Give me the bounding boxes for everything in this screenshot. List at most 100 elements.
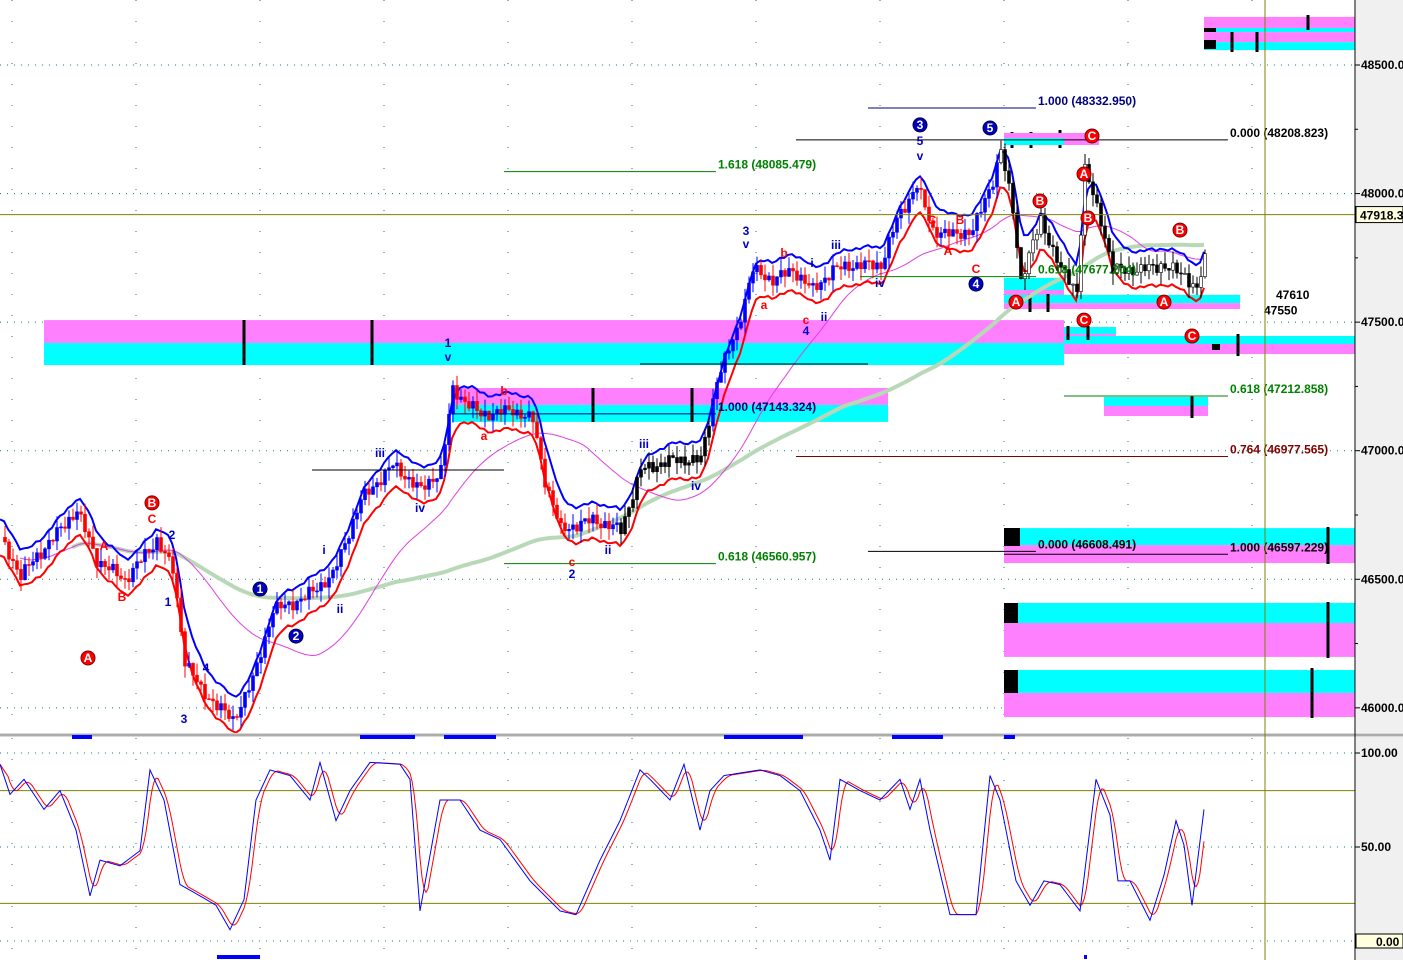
candle [607, 513, 611, 540]
candle [231, 705, 235, 731]
candle-body [183, 631, 187, 667]
candle-body [427, 478, 431, 490]
fib-level-label: 0.000 (48208.823) [1230, 126, 1328, 140]
candle-body [899, 208, 903, 219]
candle [39, 541, 43, 569]
candle-body [459, 396, 463, 400]
candle [123, 570, 127, 589]
candle [1051, 235, 1055, 257]
candle-body [915, 188, 919, 193]
candle-body [535, 421, 539, 439]
candle-body [543, 458, 547, 488]
candle [259, 651, 263, 674]
candle [131, 563, 135, 588]
candle-body [1043, 215, 1047, 234]
candle [915, 185, 919, 201]
candle [827, 277, 831, 286]
candle-body [111, 563, 115, 571]
price-pane[interactable]: 1.000 (48332.950) 0.000 (48208.823) 1.618 … [0, 0, 1356, 733]
wave-label-text: B [1036, 194, 1045, 208]
candle [847, 253, 851, 279]
candle [831, 254, 835, 292]
oscillator-tick-label: 50.00 [1361, 840, 1391, 854]
candle [755, 256, 759, 281]
signal-marker [724, 735, 803, 739]
zone-marker [1204, 40, 1216, 49]
candle-body [751, 271, 755, 284]
wave-label-text: iv [691, 479, 701, 493]
candle [47, 528, 51, 561]
candle-body [1095, 194, 1099, 204]
oscillator-signal-line [0, 762, 1205, 926]
candle-body [299, 598, 303, 602]
wave-label: 4 [203, 661, 210, 675]
candle [887, 232, 891, 269]
candle [307, 577, 311, 610]
candle-body [747, 282, 751, 300]
candle-body [119, 575, 123, 579]
candle [543, 448, 547, 495]
wave-label-text: B [1084, 211, 1093, 225]
wave-label: B [1032, 193, 1048, 209]
zone-band-pink [1204, 16, 1355, 28]
candle-body [171, 556, 175, 574]
candle [183, 627, 187, 678]
signal-marker [217, 955, 260, 959]
wave-label: 3 [181, 712, 188, 726]
candle-body [939, 232, 943, 238]
candle-body [3, 537, 7, 543]
candle [103, 558, 107, 576]
axis-tick-label: 48000.00 [1361, 187, 1403, 201]
candle [791, 263, 795, 283]
candle-body [911, 192, 915, 200]
candle-body [983, 198, 987, 213]
candle-body [919, 188, 923, 190]
candle-body [291, 601, 295, 611]
candle-body [491, 413, 495, 421]
candle-body [1167, 268, 1171, 271]
oscillator-pane[interactable] [0, 738, 1355, 960]
candle-body [71, 516, 75, 520]
candle-body [663, 462, 667, 467]
candle-body [1199, 276, 1203, 288]
wave-label-text: 3 [181, 712, 188, 726]
wave-label-text: C [972, 262, 981, 276]
candle-body [347, 538, 351, 544]
candle [783, 268, 787, 288]
candle [699, 446, 703, 466]
candle [859, 252, 863, 281]
zone-band-cyan [1004, 602, 1355, 623]
candle [275, 592, 279, 616]
candle-body [19, 569, 23, 581]
candle-body [303, 598, 307, 601]
candle-body [243, 691, 247, 708]
current-price-label: 47918.3 [1360, 209, 1403, 223]
candle [951, 222, 955, 237]
candle-body [1039, 215, 1043, 235]
candle-body [11, 558, 15, 562]
candle-body [247, 690, 251, 693]
candle [127, 568, 131, 591]
candle [395, 451, 399, 478]
wave-label-text: iv [875, 276, 885, 290]
signal-marker [360, 735, 415, 739]
wave-label-text: 1 [445, 336, 452, 350]
candle [43, 547, 47, 561]
fib-level-label: 0.618 (46560.957) [718, 550, 816, 564]
candle [875, 251, 879, 274]
candle-body [107, 566, 111, 571]
candle-body [1055, 246, 1059, 263]
supply-demand-zone [44, 320, 1064, 366]
candle-body [611, 524, 615, 530]
candle-body [819, 282, 823, 290]
candle-body [923, 189, 927, 208]
candle-body [15, 560, 19, 570]
candle-body [823, 277, 827, 283]
candle-body [771, 275, 775, 286]
candle-body [651, 462, 655, 473]
wave-label: iv [691, 479, 701, 493]
candle-body [307, 586, 311, 600]
candle-body [23, 564, 27, 581]
candle-body [903, 208, 907, 213]
wave-label: C [148, 512, 157, 526]
